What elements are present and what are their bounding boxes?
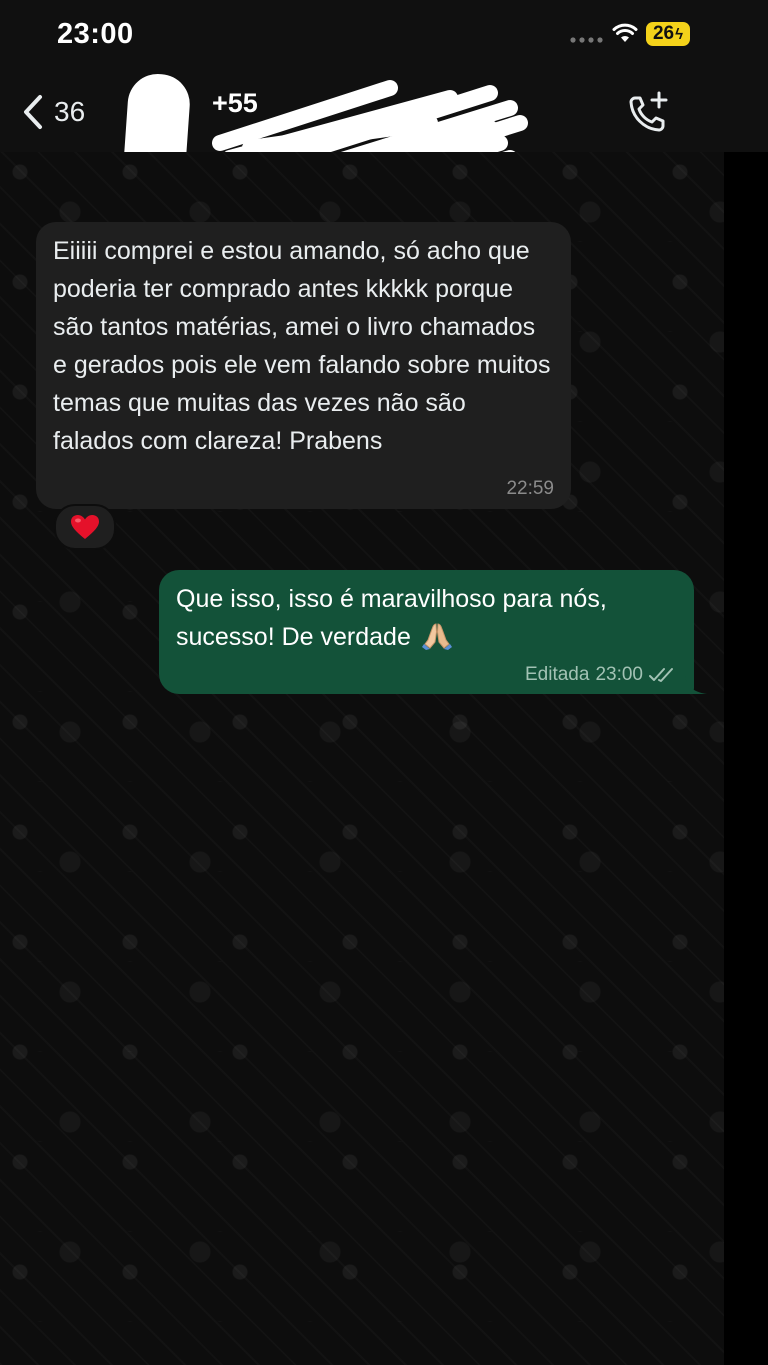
incoming-message-bubble[interactable]: Eiiiii comprei e estou amando, só acho q… (36, 222, 571, 509)
wifi-icon (612, 23, 638, 42)
message-time: 22:59 (506, 478, 554, 499)
double-check-icon (649, 668, 673, 682)
edited-label: Editada (525, 664, 590, 685)
back-button[interactable]: 36 (22, 90, 85, 134)
message-meta: Editada 23:00 (525, 664, 677, 686)
bubble-tail (685, 676, 707, 694)
heart-emoji-icon (71, 515, 99, 539)
message-text-line: Que isso, isso é maravilhoso para nós, s… (176, 580, 678, 656)
whatsapp-chat-screen: 23:00 26 ϟ 36 +55 Eiiiii comprei e estou… (0, 0, 768, 1365)
screen-edge (724, 152, 768, 1365)
add-call-icon[interactable] (626, 90, 672, 136)
charging-bolt-icon: ϟ (675, 25, 684, 43)
outgoing-message-bubble[interactable]: Que isso, isso é maravilhoso para nós, s… (159, 570, 707, 694)
chat-header: 36 +55 (0, 70, 768, 201)
status-time: 23:00 (57, 18, 134, 50)
battery-level: 26 (652, 23, 675, 44)
status-bar: 23:00 26 ϟ (0, 0, 768, 70)
message-time: 23:00 (595, 664, 643, 685)
message-text: Eiiiii comprei e estou amando, só acho q… (53, 237, 551, 455)
unread-count: 36 (54, 96, 86, 127)
reaction-badge[interactable] (54, 504, 116, 550)
message-text: Que isso, isso é maravilhoso para nós, s… (176, 585, 607, 651)
folded-hands-emoji-icon (421, 623, 452, 650)
chevron-left-icon (24, 95, 42, 129)
cellular-signal-icon (570, 37, 603, 43)
battery-indicator: 26 ϟ (646, 22, 690, 46)
